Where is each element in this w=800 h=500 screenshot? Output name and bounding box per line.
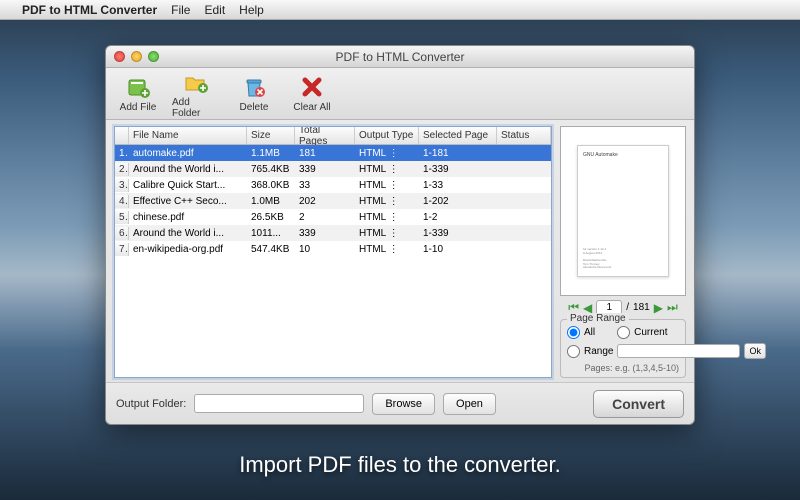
titlebar: PDF to HTML Converter (106, 46, 694, 68)
table-row[interactable]: 1automake.pdf1.1MB181HTML ⋮1-181 (115, 145, 551, 161)
range-all-radio[interactable] (567, 326, 580, 339)
preview-pane: GNU Automake for version 1.12.19 August … (560, 126, 686, 296)
next-page-icon[interactable]: ▶ (654, 301, 663, 315)
preview-page: GNU Automake for version 1.12.19 August … (577, 145, 669, 277)
footer: Output Folder: Browse Open Convert (106, 382, 694, 424)
range-input[interactable] (617, 344, 740, 358)
close-icon[interactable] (114, 51, 125, 62)
page-total: 181 (633, 302, 650, 313)
range-ok-button[interactable]: Ok (744, 343, 766, 359)
range-range-radio[interactable] (567, 345, 580, 358)
add-folder-label: Add Folder (172, 97, 220, 119)
menu-edit[interactable]: Edit (204, 3, 225, 17)
clear-all-label: Clear All (293, 102, 330, 113)
zoom-icon[interactable] (148, 51, 159, 62)
range-current-label: Current (634, 327, 667, 338)
header-size[interactable]: Size (247, 127, 295, 144)
header-status[interactable]: Status (497, 127, 551, 144)
table-row[interactable]: 7en-wikipedia-org.pdf547.4KB10HTML ⋮1-10 (115, 241, 551, 257)
table-header: File Name Size Total Pages Output Type S… (115, 127, 551, 145)
window-title: PDF to HTML Converter (106, 50, 694, 64)
range-hint: Pages: e.g. (1,3,4,5-10) (567, 363, 679, 373)
header-output-type[interactable]: Output Type (355, 127, 419, 144)
table-row[interactable]: 4Effective C++ Seco...1.0MB202HTML ⋮1-20… (115, 193, 551, 209)
delete-label: Delete (240, 102, 269, 113)
delete-icon (240, 74, 268, 100)
menu-help[interactable]: Help (239, 3, 264, 17)
table-row[interactable]: 2Around the World i...765.4KB339HTML ⋮1-… (115, 161, 551, 177)
add-file-label: Add File (120, 102, 157, 113)
add-file-icon (124, 74, 152, 100)
page-range-group: Page Range All Current Range Ok Pages: e… (560, 319, 686, 378)
table-body: 1automake.pdf1.1MB181HTML ⋮1-1812Around … (115, 145, 551, 377)
minimize-icon[interactable] (131, 51, 142, 62)
app-window: PDF to HTML Converter Add File Add Folde… (105, 45, 695, 425)
file-table: File Name Size Total Pages Output Type S… (114, 126, 552, 378)
menubar-app-name[interactable]: PDF to HTML Converter (22, 3, 157, 17)
clear-all-button[interactable]: Clear All (288, 74, 336, 113)
delete-button[interactable]: Delete (230, 74, 278, 113)
add-folder-button[interactable]: Add Folder (172, 69, 220, 119)
menu-file[interactable]: File (171, 3, 190, 17)
preview-headline: GNU Automake (583, 152, 663, 158)
range-all-label: All (584, 327, 595, 338)
table-row[interactable]: 5chinese.pdf26.5KB2HTML ⋮1-2 (115, 209, 551, 225)
table-row[interactable]: 6Around the World i...1011...339HTML ⋮1-… (115, 225, 551, 241)
toolbar: Add File Add Folder Delete Clear All (106, 68, 694, 120)
add-folder-icon (182, 69, 210, 95)
clear-all-icon (298, 74, 326, 100)
table-row[interactable]: 3Calibre Quick Start...368.0KB33HTML ⋮1-… (115, 177, 551, 193)
menubar: PDF to HTML Converter File Edit Help (0, 0, 800, 20)
page-range-legend: Page Range (567, 313, 629, 324)
range-range-label: Range (584, 346, 613, 357)
open-button[interactable]: Open (443, 393, 496, 415)
header-selected-page[interactable]: Selected Page (419, 127, 497, 144)
range-current-radio[interactable] (617, 326, 630, 339)
caption: Import PDF files to the converter. (0, 452, 800, 478)
browse-button[interactable]: Browse (372, 393, 435, 415)
convert-button[interactable]: Convert (593, 390, 684, 418)
sidebar: GNU Automake for version 1.12.19 August … (560, 126, 686, 378)
page-sep: / (626, 302, 629, 313)
add-file-button[interactable]: Add File (114, 74, 162, 113)
last-page-icon[interactable]: ⏭ (667, 300, 678, 315)
header-total-pages[interactable]: Total Pages (295, 127, 355, 144)
output-folder-input[interactable] (194, 394, 364, 413)
output-folder-label: Output Folder: (116, 398, 186, 410)
header-filename[interactable]: File Name (129, 127, 247, 144)
